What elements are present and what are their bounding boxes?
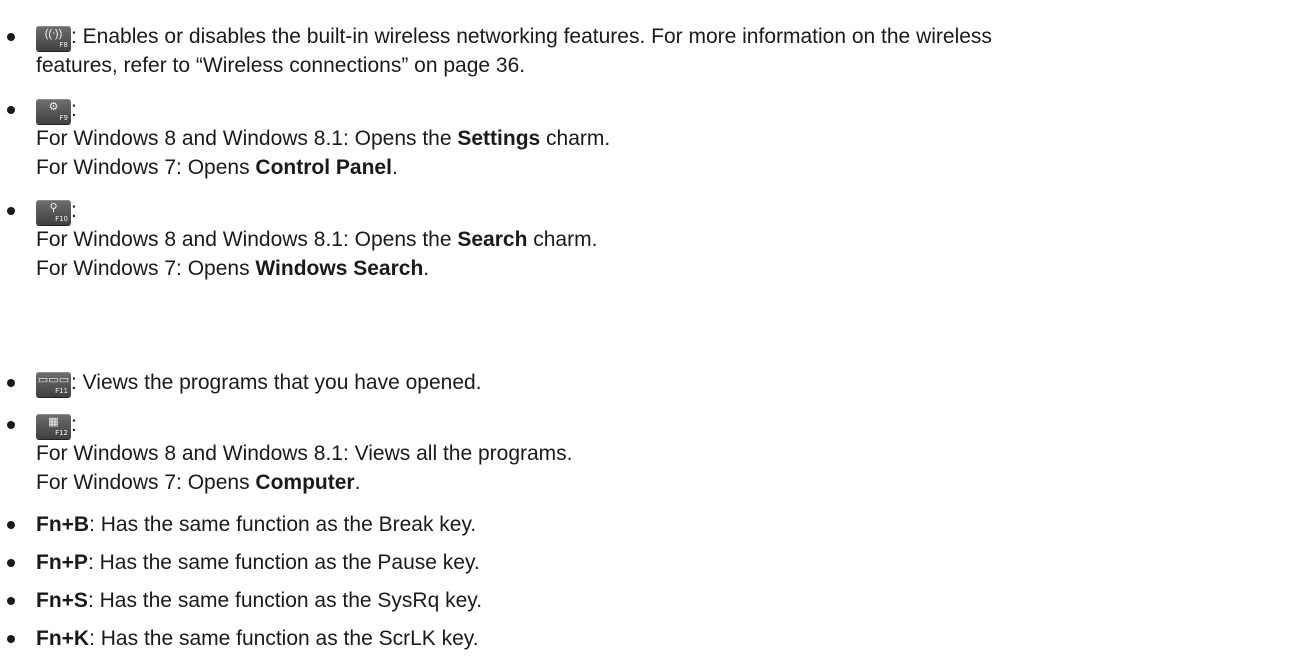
item-text: : Has the same function as the SysRq key…: [87, 589, 483, 612]
win7-emphasis: Computer: [255, 471, 355, 494]
win8-emphasis: Settings: [457, 127, 541, 150]
item-colon: :: [71, 98, 77, 121]
win8-suffix: charm.: [540, 127, 611, 150]
item-line: Fn+S: Has the same function as the SysRq…: [36, 586, 1279, 615]
win7-suffix: .: [354, 471, 361, 494]
item-content: ▭▭▭ F11: Views the programs that you have…: [36, 368, 1279, 397]
win7-line: For Windows 7: Opens Computer.: [36, 468, 1279, 497]
f12-all-programs-key: ▦ F12: [36, 414, 71, 439]
key-combo: Fn+K: [36, 627, 90, 650]
win7-suffix: .: [391, 156, 398, 179]
item-line: Fn+B: Has the same function as the Break…: [36, 510, 1279, 539]
f9-settings-key: ⚙ F9: [36, 99, 71, 124]
item-line: ((ᐧ)) F8: Enables or disables the built-i…: [36, 22, 1279, 51]
win8-line: For Windows 8 and Windows 8.1: Opens the…: [36, 124, 1279, 153]
win8-text: For Windows 8 and Windows 8.1: Opens the: [36, 127, 458, 150]
win7-emphasis: Control Panel: [255, 156, 392, 179]
win7-line: For Windows 7: Opens Control Panel.: [36, 153, 1279, 182]
item-colon: :: [71, 413, 77, 436]
item-content: ▦ F12: For Windows 8 and Windows 8.1: Vie…: [36, 410, 1279, 497]
win8-emphasis: Search: [457, 228, 528, 251]
key-combo: Fn+P: [36, 551, 88, 574]
item-line: ▦ F12:: [36, 410, 1279, 439]
all-programs-grid-icon: ▦: [48, 416, 59, 428]
f11-task-switch-key: ▭▭▭ F11: [36, 372, 71, 397]
win7-text: For Windows 7: Opens: [36, 156, 256, 179]
bullet: [6, 378, 16, 388]
key-label: F8: [59, 41, 68, 49]
f8-wireless-key: ((ᐧ)) F8: [36, 26, 71, 51]
item-line: ⚙ F9:: [36, 95, 1279, 124]
task-switch-icon: ▭▭▭: [37, 374, 70, 386]
item-text: : Has the same function as the Break key…: [89, 513, 477, 536]
key-combo: Fn+B: [36, 513, 90, 536]
item-content: ((ᐧ)) F8: Enables or disables the built-i…: [36, 22, 1279, 80]
item-colon: :: [71, 199, 77, 222]
bullet: [6, 105, 16, 115]
item-text-continued: features, refer to “Wireless connections…: [36, 54, 526, 77]
bullet: [6, 558, 16, 568]
win8-line: For Windows 8 and Windows 8.1: Opens the…: [36, 225, 1279, 254]
key-label: F9: [59, 114, 68, 122]
item-content: Fn+B: Has the same function as the Break…: [36, 510, 1279, 539]
key-label: F11: [55, 387, 68, 395]
item-line: ⚲ F10:: [36, 196, 1279, 225]
item-content: Fn+P: Has the same function as the Pause…: [36, 548, 1279, 577]
win7-emphasis: Windows Search: [255, 257, 424, 280]
key-label: F10: [55, 215, 68, 223]
bullet: [6, 32, 16, 42]
item-content: ⚲ F10: For Windows 8 and Windows 8.1: Ope…: [36, 196, 1279, 283]
bullet: [6, 206, 16, 216]
item-content: Fn+S: Has the same function as the SysRq…: [36, 586, 1279, 615]
item-content: ⚙ F9: For Windows 8 and Windows 8.1: Open…: [36, 95, 1279, 182]
item-text: : Has the same function as the ScrLK key…: [89, 627, 479, 650]
win7-suffix: .: [423, 257, 430, 280]
win7-text: For Windows 7: Opens: [36, 471, 256, 494]
search-icon: ⚲: [49, 202, 58, 214]
win8-line: For Windows 8 and Windows 8.1: Views all…: [36, 442, 573, 465]
win7-text: For Windows 7: Opens: [36, 257, 256, 280]
key-label: F12: [55, 429, 68, 437]
bullet: [6, 634, 16, 644]
item-text: : Has the same function as the Pause key…: [87, 551, 480, 574]
bullet: [6, 520, 16, 530]
item-text: : Views the programs that you have opene…: [71, 371, 482, 394]
key-combo: Fn+S: [36, 589, 88, 612]
item-content: Fn+K: Has the same function as the ScrLK…: [36, 624, 1279, 653]
win7-line: For Windows 7: Opens Windows Search.: [36, 254, 1279, 283]
bullet: [6, 596, 16, 606]
win8-text: For Windows 8 and Windows 8.1: Opens the: [36, 228, 458, 251]
item-line: ▭▭▭ F11: Views the programs that you have…: [36, 368, 1279, 397]
item-line: Fn+K: Has the same function as the ScrLK…: [36, 624, 1279, 653]
wireless-antenna-icon: ((ᐧ)): [44, 28, 63, 40]
bullet: [6, 420, 16, 430]
gear-icon: ⚙: [48, 101, 59, 113]
item-text: : Enables or disables the built-in wirel…: [71, 25, 992, 48]
f10-search-key: ⚲ F10: [36, 200, 71, 225]
win8-suffix: charm.: [527, 228, 598, 251]
item-line: Fn+P: Has the same function as the Pause…: [36, 548, 1279, 577]
